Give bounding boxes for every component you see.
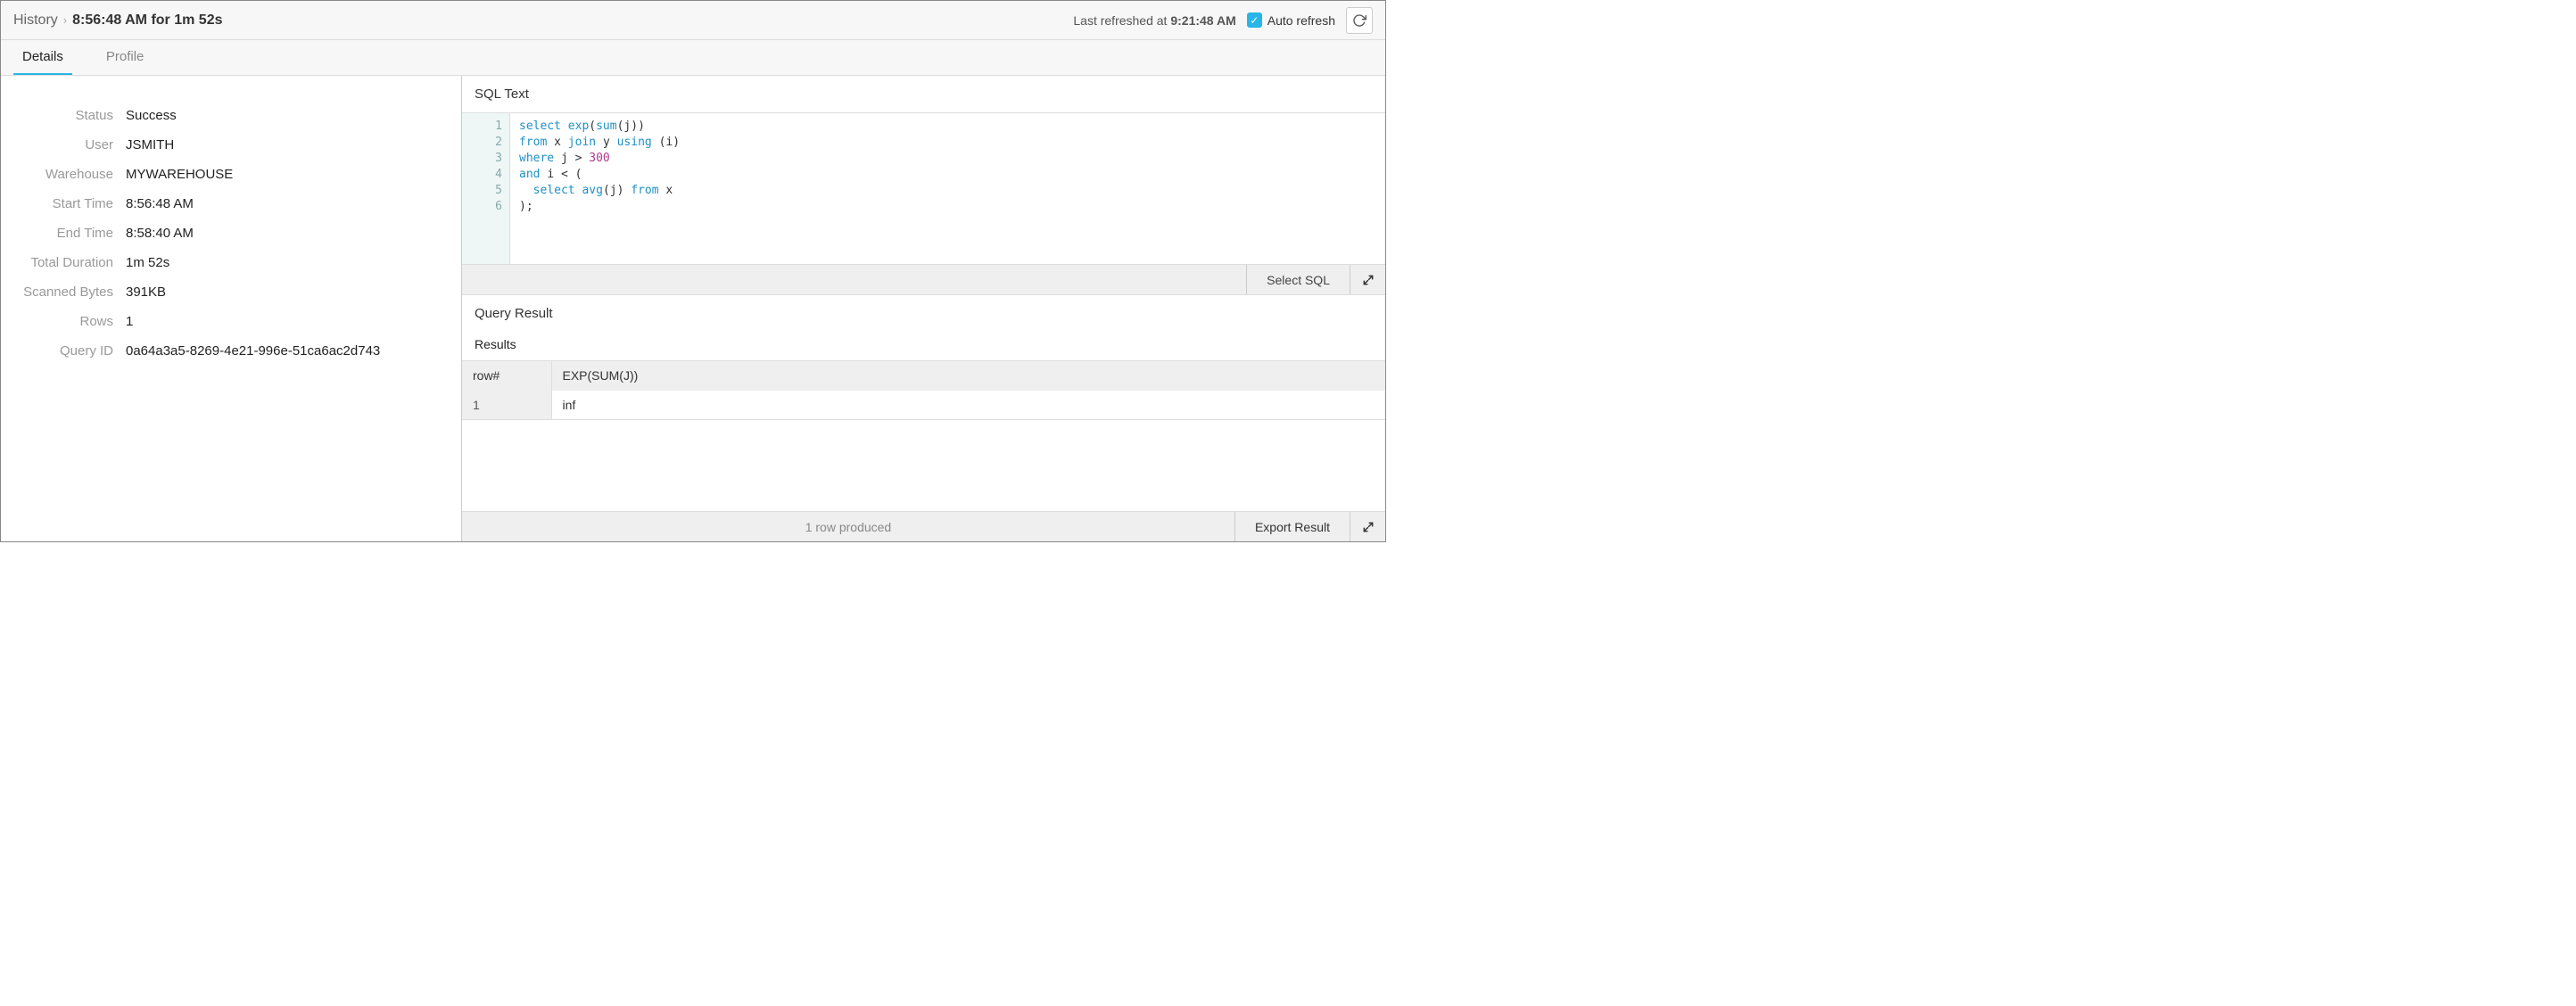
value-status: Success: [126, 108, 177, 123]
results-label: Results: [462, 332, 1385, 360]
table-cell: inf: [551, 391, 1385, 420]
label-end-time: End Time: [19, 226, 126, 241]
table-cell: 1: [462, 391, 551, 420]
chevron-right-icon: ›: [63, 13, 67, 27]
breadcrumb-current: 8:56:48 AM for 1m 52s: [72, 12, 222, 29]
autorefresh-label: Auto refresh: [1267, 13, 1335, 28]
result-status: 1 row produced: [462, 520, 1234, 534]
expand-icon: [1362, 274, 1375, 286]
sql-code[interactable]: select exp(sum(j))from x join y using (i…: [510, 113, 1385, 264]
label-total-duration: Total Duration: [19, 255, 126, 270]
line-number: 3: [462, 151, 502, 167]
value-start-time: 8:56:48 AM: [126, 196, 194, 211]
value-end-time: 8:58:40 AM: [126, 226, 194, 241]
expand-sql-button[interactable]: [1350, 265, 1385, 294]
refresh-button[interactable]: [1346, 7, 1373, 34]
tab-bar: Details Profile: [1, 40, 1385, 76]
refresh-icon: [1352, 13, 1366, 28]
line-number: 6: [462, 199, 502, 215]
expand-icon: [1362, 521, 1375, 533]
last-refreshed-time: 9:21:48 AM: [1170, 13, 1235, 28]
sql-editor: 123456 select exp(sum(j))from x join y u…: [462, 113, 1385, 265]
breadcrumb-root[interactable]: History: [13, 12, 58, 29]
sql-text-title: SQL Text: [462, 76, 1385, 113]
sql-action-bar: Select SQL: [462, 265, 1385, 295]
select-sql-button[interactable]: Select SQL: [1246, 265, 1350, 294]
expand-result-button[interactable]: [1350, 512, 1385, 541]
value-query-id: 0a64a3a5-8269-4e21-996e-51ca6ac2d743: [126, 343, 380, 359]
last-refreshed-label: Last refreshed at 9:21:48 AM: [1073, 13, 1235, 28]
page-header: History › 8:56:48 AM for 1m 52s Last ref…: [1, 1, 1385, 40]
line-number: 4: [462, 167, 502, 183]
result-table: row#EXP(SUM(J)) 1inf: [462, 360, 1385, 420]
checkbox-checked-icon[interactable]: ✓: [1247, 12, 1262, 28]
table-header-row: row#EXP(SUM(J)): [462, 361, 1385, 391]
table-body: 1inf: [462, 391, 1385, 420]
line-number: 2: [462, 135, 502, 151]
value-rows: 1: [126, 314, 133, 329]
table-column-header[interactable]: EXP(SUM(J)): [551, 361, 1385, 391]
line-number: 1: [462, 119, 502, 135]
export-result-button[interactable]: Export Result: [1234, 512, 1350, 541]
value-warehouse: MYWAREHOUSE: [126, 167, 233, 182]
sql-line-gutter: 123456: [462, 113, 510, 264]
autorefresh-toggle[interactable]: ✓ Auto refresh: [1247, 12, 1335, 28]
right-panel: SQL Text 123456 select exp(sum(j))from x…: [462, 76, 1385, 541]
tab-details[interactable]: Details: [13, 40, 72, 75]
line-number: 5: [462, 183, 502, 199]
breadcrumb: History › 8:56:48 AM for 1m 52s: [13, 12, 223, 29]
label-user: User: [19, 137, 126, 153]
label-start-time: Start Time: [19, 196, 126, 211]
value-scanned-bytes: 391KB: [126, 284, 166, 300]
label-status: Status: [19, 108, 126, 123]
details-panel: StatusSuccess UserJSMITH WarehouseMYWARE…: [1, 76, 462, 541]
value-user: JSMITH: [126, 137, 174, 153]
result-footer-bar: 1 row produced Export Result: [462, 511, 1385, 541]
label-rows: Rows: [19, 314, 126, 329]
value-total-duration: 1m 52s: [126, 255, 169, 270]
label-warehouse: Warehouse: [19, 167, 126, 182]
table-row[interactable]: 1inf: [462, 391, 1385, 420]
label-query-id: Query ID: [19, 343, 126, 359]
label-scanned-bytes: Scanned Bytes: [19, 284, 126, 300]
tab-profile[interactable]: Profile: [97, 40, 153, 75]
table-column-header[interactable]: row#: [462, 361, 551, 391]
content-area: StatusSuccess UserJSMITH WarehouseMYWARE…: [1, 76, 1385, 541]
query-result-title: Query Result: [462, 295, 1385, 332]
